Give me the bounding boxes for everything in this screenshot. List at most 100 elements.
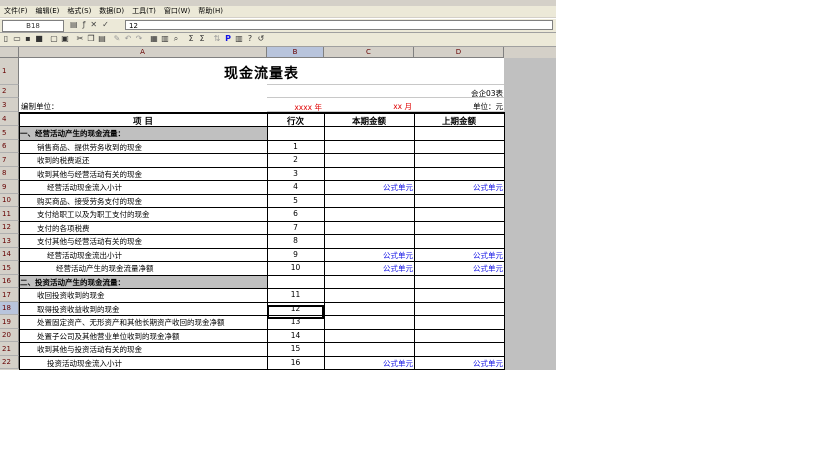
item-cell[interactable]: 收回投资收到的现金 — [37, 290, 105, 301]
item-cell[interactable]: 支付的各项税费 — [37, 223, 90, 234]
line-number-cell[interactable]: 9 — [267, 250, 324, 259]
row-header[interactable]: 4 — [0, 112, 19, 126]
menu-format[interactable]: 格式(S) — [63, 6, 95, 17]
line-number-cell[interactable]: 2 — [267, 155, 324, 164]
item-cell[interactable]: 处置固定资产、无形资产和其他长期资产收回的现金净额 — [37, 317, 225, 328]
line-number-cell[interactable]: 16 — [267, 358, 324, 367]
row-header[interactable]: 18 — [0, 302, 19, 315]
grid-icon[interactable]: ▥ — [161, 35, 169, 43]
select-all-corner[interactable] — [0, 47, 19, 58]
line-number-cell[interactable]: 5 — [267, 196, 324, 205]
prior-amount-cell[interactable]: 公式单元 — [414, 358, 503, 369]
page-setup-icon[interactable]: ▥ — [235, 35, 243, 43]
open-folder-icon[interactable]: ▭ — [13, 35, 21, 43]
current-amount-cell[interactable]: 公式单元 — [324, 182, 413, 193]
item-cell[interactable]: 二、投资活动产生的现金流量： — [20, 277, 125, 288]
line-number-cell[interactable]: 11 — [267, 290, 324, 299]
sort-icon[interactable]: ⇅ — [213, 35, 221, 43]
row-header[interactable]: 11 — [0, 207, 19, 221]
print-preview-icon[interactable]: ▢ — [50, 35, 58, 43]
new-file-icon[interactable]: ▯ — [2, 35, 10, 43]
menu-help[interactable]: 帮助(H) — [194, 6, 227, 17]
undo-icon[interactable]: ↺ — [257, 35, 265, 43]
sum-icon[interactable]: Σ — [187, 35, 195, 43]
cancel-icon[interactable]: ✕ — [90, 20, 97, 29]
row-header[interactable]: 16 — [0, 275, 19, 288]
line-number-cell[interactable]: 3 — [267, 169, 324, 178]
row-header[interactable]: 8 — [0, 167, 19, 180]
menu-file[interactable]: 文件(F) — [0, 6, 32, 17]
prior-amount-cell[interactable]: 公式单元 — [414, 263, 503, 274]
sum-detail-icon[interactable]: Σ — [198, 35, 206, 43]
print-icon[interactable]: ▣ — [61, 35, 69, 43]
row-header[interactable]: 2 — [0, 85, 19, 98]
line-number-cell[interactable]: 10 — [267, 263, 324, 272]
column-header-a[interactable]: A — [19, 47, 267, 58]
item-cell[interactable]: 投资活动现金流入小计 — [47, 358, 122, 369]
column-header-d[interactable]: D — [414, 47, 504, 58]
current-amount-cell[interactable]: 公式单元 — [324, 358, 413, 369]
item-cell[interactable]: 收到其他与经营活动有关的现金 — [37, 169, 142, 180]
current-amount-cell[interactable]: 公式单元 — [324, 250, 413, 261]
current-amount-cell[interactable]: 公式单元 — [324, 263, 413, 274]
item-cell[interactable]: 处置子公司及其他营业单位收到的现金净额 — [37, 331, 180, 342]
item-cell[interactable]: 收到其他与投资活动有关的现金 — [37, 344, 142, 355]
row-header[interactable]: 12 — [0, 221, 19, 234]
cut-icon[interactable]: ✂ — [76, 35, 84, 43]
row-header[interactable]: 14 — [0, 248, 19, 261]
menu-data[interactable]: 数据(D) — [95, 6, 128, 17]
row-header[interactable]: 3 — [0, 98, 19, 112]
line-number-cell[interactable]: 1 — [267, 142, 324, 151]
row-header[interactable]: 6 — [0, 140, 19, 153]
item-cell[interactable]: 一、经营活动产生的现金流量： — [20, 128, 125, 139]
insert-table-icon[interactable]: ▦ — [150, 35, 158, 43]
line-number-cell[interactable]: 4 — [267, 182, 324, 191]
line-number-cell[interactable]: 6 — [267, 209, 324, 218]
row-header[interactable]: 20 — [0, 329, 19, 342]
row-header[interactable]: 10 — [0, 194, 19, 207]
property-icon[interactable]: P — [224, 35, 232, 43]
help-pointer-icon[interactable]: ? — [246, 35, 254, 43]
copy-icon[interactable]: ❐ — [87, 35, 95, 43]
row-header[interactable]: 7 — [0, 153, 19, 167]
row-header[interactable]: 9 — [0, 180, 19, 194]
prior-amount-cell[interactable]: 公式单元 — [414, 250, 503, 261]
cell-reference-box[interactable]: B18 — [2, 20, 64, 32]
row-header[interactable]: 5 — [0, 126, 19, 140]
row-header[interactable]: 17 — [0, 288, 19, 302]
menu-tools[interactable]: 工具(T) — [128, 6, 160, 17]
find-icon[interactable]: ⌕ — [172, 35, 180, 43]
item-cell[interactable]: 销售商品、提供劳务收到的现金 — [37, 142, 142, 153]
column-header-b[interactable]: B — [267, 47, 324, 58]
item-cell[interactable]: 经营活动现金流出小计 — [47, 250, 122, 261]
formula-input[interactable]: 12 — [125, 20, 553, 30]
format-painter-icon[interactable]: ✎ — [113, 35, 121, 43]
line-number-cell[interactable]: 7 — [267, 223, 324, 232]
save-icon[interactable]: ▪ — [24, 35, 32, 43]
redo-format-icon[interactable]: ↷ — [135, 35, 143, 43]
item-cell[interactable]: 收到的税费返还 — [37, 155, 90, 166]
item-cell[interactable]: 取得投资收益收到的现金 — [37, 304, 120, 315]
line-number-cell[interactable]: 8 — [267, 236, 324, 245]
row-header[interactable]: 15 — [0, 261, 19, 275]
line-number-cell[interactable]: 15 — [267, 344, 324, 353]
item-cell[interactable]: 购买商品、接受劳务支付的现金 — [37, 196, 142, 207]
function-list-icon[interactable]: ▤ — [70, 20, 78, 29]
function-icon[interactable]: ƒ — [83, 20, 86, 29]
undo-format-icon[interactable]: ↶ — [124, 35, 132, 43]
save-all-icon[interactable]: ■ — [35, 35, 43, 43]
menu-edit[interactable]: 编辑(E) — [32, 6, 64, 17]
column-header-c[interactable]: C — [324, 47, 414, 58]
row-header[interactable]: 1 — [0, 58, 19, 85]
row-header[interactable]: 19 — [0, 315, 19, 329]
row-header[interactable]: 21 — [0, 342, 19, 356]
paste-icon[interactable]: ▤ — [98, 35, 106, 43]
item-cell[interactable]: 经营活动现金流入小计 — [47, 182, 122, 193]
item-cell[interactable]: 支付给职工以及为职工支付的现金 — [37, 209, 150, 220]
item-cell[interactable]: 经营活动产生的现金流量净额 — [56, 263, 154, 274]
confirm-icon[interactable]: ✓ — [102, 20, 109, 29]
line-number-cell[interactable]: 14 — [267, 331, 324, 340]
row-header[interactable]: 22 — [0, 356, 19, 369]
row-header[interactable]: 13 — [0, 234, 19, 248]
item-cell[interactable]: 支付其他与经营活动有关的现金 — [37, 236, 142, 247]
